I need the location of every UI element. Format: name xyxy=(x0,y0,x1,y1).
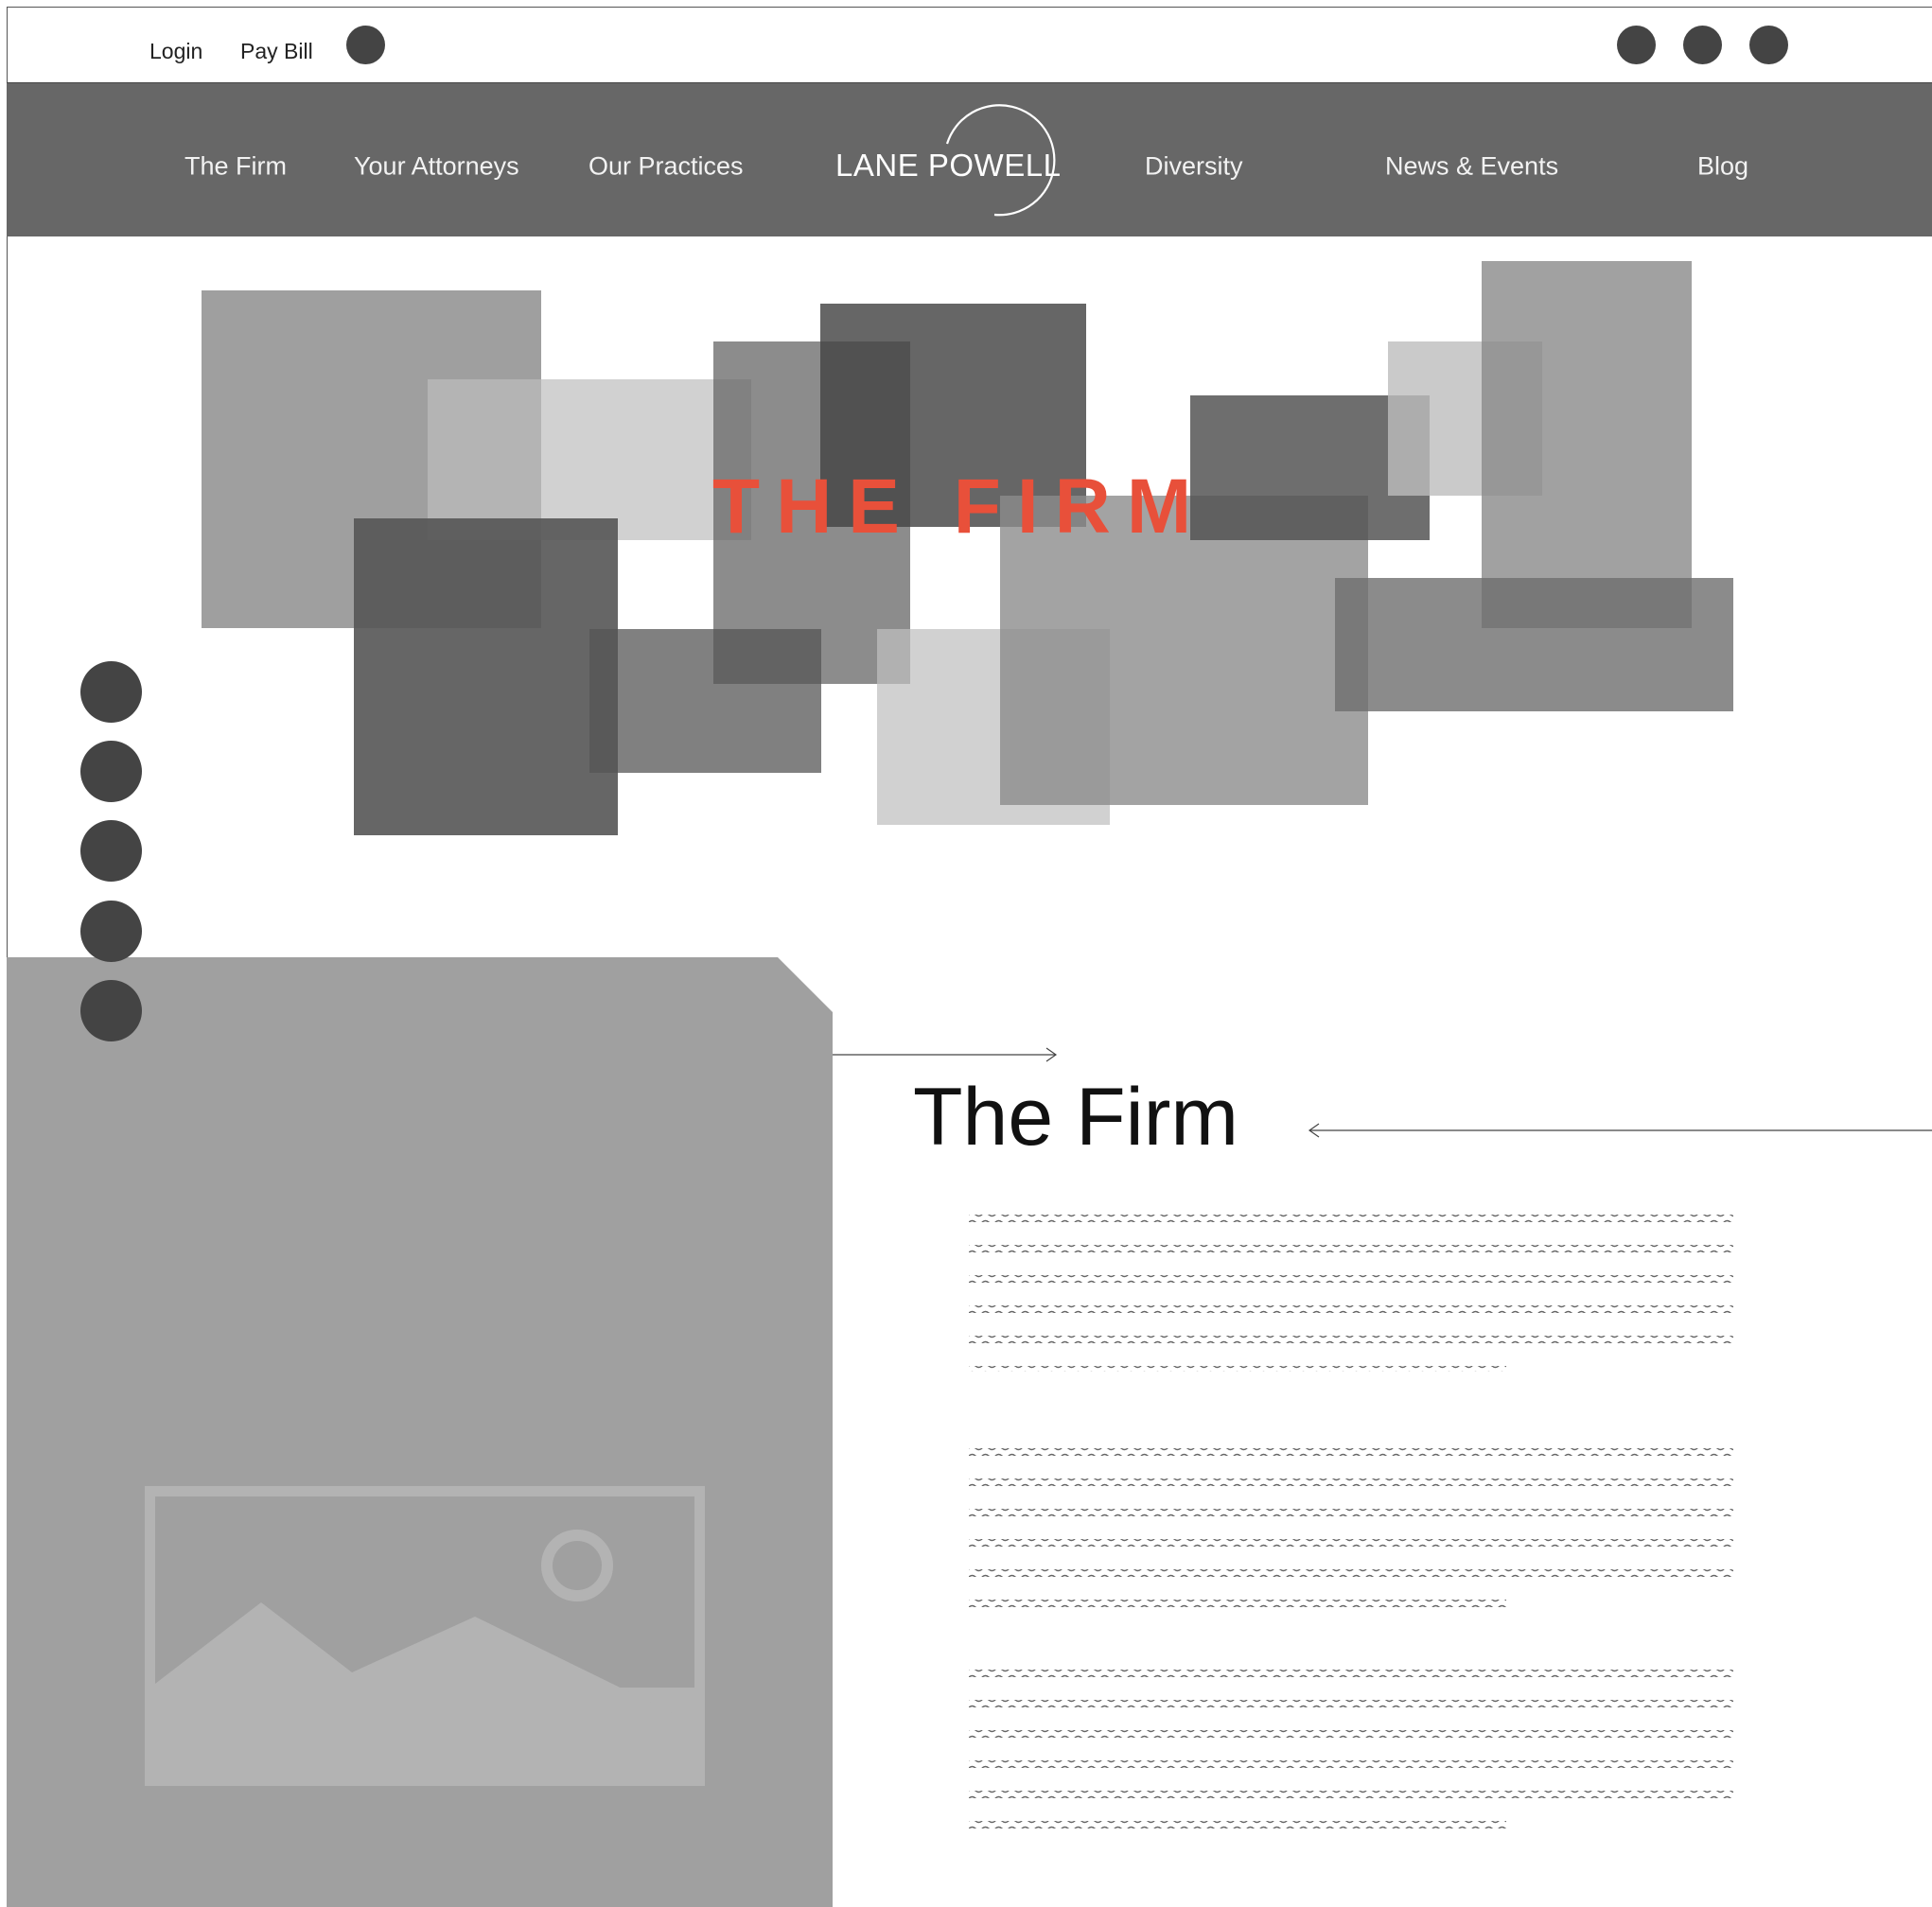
nav-item-blog[interactable]: Blog xyxy=(1697,152,1748,182)
placeholder-paragraph-2 xyxy=(969,1444,1733,1616)
search-icon[interactable] xyxy=(346,26,385,64)
social-icon-3[interactable] xyxy=(1749,26,1788,64)
pay-bill-link[interactable]: Pay Bill xyxy=(240,39,313,64)
side-nav-dot-4[interactable] xyxy=(80,901,142,962)
image-panel xyxy=(7,957,833,1907)
squiggle-lines xyxy=(969,1448,1733,1607)
squiggle-lines xyxy=(969,1215,1733,1373)
hero-banner: THE FIRM xyxy=(0,236,1932,842)
social-icon-2[interactable] xyxy=(1683,26,1722,64)
placeholder-paragraph-1 xyxy=(969,1211,1733,1376)
logo-arc-icon xyxy=(945,104,1056,217)
image-placeholder-icon xyxy=(145,1486,705,1786)
side-nav-dot-2[interactable] xyxy=(80,741,142,802)
utility-bar: Login Pay Bill xyxy=(7,7,1932,82)
placeholder-paragraph-3 xyxy=(969,1666,1733,1837)
side-nav-dot-1[interactable] xyxy=(80,661,142,723)
nav-item-your-attorneys[interactable]: Your Attorneys xyxy=(354,152,519,182)
nav-item-the-firm[interactable]: The Firm xyxy=(184,152,287,182)
main-nav: The Firm Your Attorneys Our Practices LA… xyxy=(7,82,1932,236)
social-icon-1[interactable] xyxy=(1617,26,1656,64)
section-heading: The Firm xyxy=(913,1072,1238,1163)
nav-item-our-practices[interactable]: Our Practices xyxy=(588,152,744,182)
hero-title: THE FIRM xyxy=(712,464,1208,550)
nav-item-news-events[interactable]: News & Events xyxy=(1385,152,1558,182)
side-nav-dot-5[interactable] xyxy=(80,980,142,1041)
squiggle-lines xyxy=(969,1670,1733,1828)
nav-item-diversity[interactable]: Diversity xyxy=(1145,152,1243,182)
side-nav-dot-3[interactable] xyxy=(80,820,142,882)
login-link[interactable]: Login xyxy=(149,39,202,64)
